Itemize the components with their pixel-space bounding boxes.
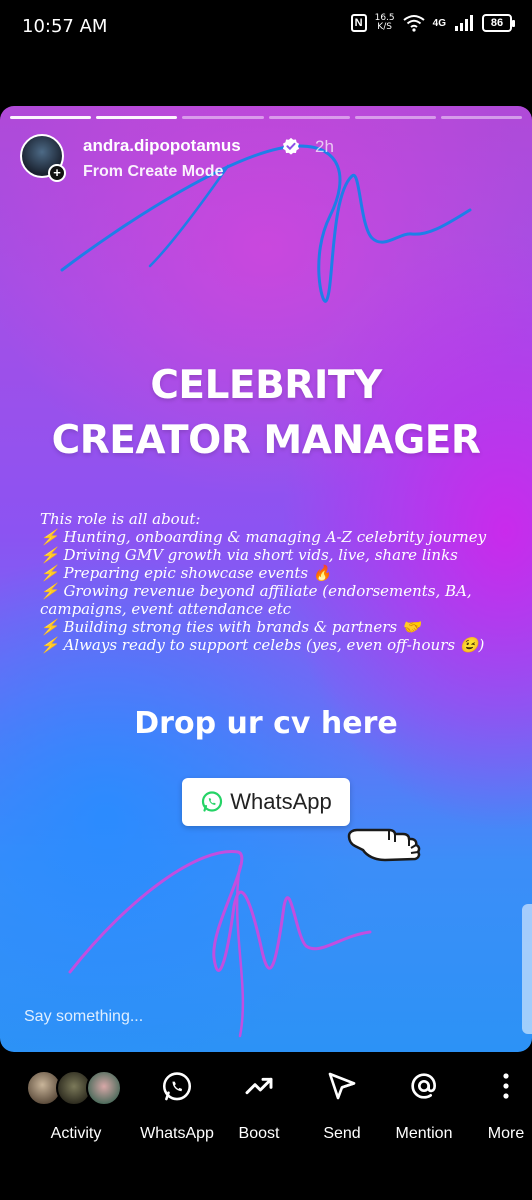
story-progress-bar [10,116,523,119]
network-type: 4G [432,17,446,29]
progress-segment [268,116,350,119]
body-line: ⚡ Growing revenue beyond affiliate (endo… [40,582,472,600]
network-speed-unit: K/S [377,22,392,32]
story-action-bar: Activity WhatsApp Boost Send Mention Mor… [0,1052,532,1200]
boost-label: Boost [238,1125,280,1142]
whatsapp-icon [162,1072,192,1101]
headline-line: CREATOR MANAGER [51,418,481,463]
more-vertical-icon [503,1073,509,1099]
body-line: campaigns, event attendance etc [40,600,292,618]
story-cta-text: Drop ur cv here [134,706,398,741]
side-handle[interactable] [522,904,532,1034]
body-line: ⚡ Driving GMV growth via short vids, liv… [40,546,458,564]
story-username[interactable]: andra.dipopotamus [83,136,241,156]
body-line: ⚡ Always ready to support celebs (yes, e… [40,636,485,654]
status-icons: N 16.5 K/S 4G 86 [350,14,515,32]
whatsapp-sticker-label: WhatsApp [230,789,332,814]
verified-badge-icon [282,137,300,155]
progress-segment [10,116,92,119]
progress-segment [96,116,178,119]
status-time: 10:57 AM [22,16,108,37]
trending-up-icon [245,1077,273,1095]
signal-icon [455,15,473,31]
boost-button[interactable]: Boost [228,1052,290,1162]
body-line: ⚡ Preparing epic showcase events 🔥 [40,564,332,582]
wifi-icon [403,15,425,32]
status-bar: 10:57 AM N 16.5 K/S 4G 86 [0,0,532,54]
story-subtitle: From Create Mode [83,163,224,180]
body-line: This role is all about: [40,510,201,528]
progress-segment [354,116,436,119]
body-line: ⚡ Building strong ties with brands & par… [40,618,421,636]
mention-label: Mention [395,1125,453,1142]
whatsapp-label: WhatsApp [140,1125,214,1142]
nfc-icon: N [350,14,367,32]
reply-input[interactable]: Say something... [24,1008,143,1026]
story-time-ago: 2h [315,137,334,156]
whatsapp-icon [202,791,223,812]
network-speed: 16.5 K/S [375,14,395,32]
activity-label: Activity [50,1125,102,1142]
send-icon [328,1072,356,1100]
send-button[interactable]: Send [312,1052,372,1162]
battery-indicator: 86 [482,14,515,32]
story-card[interactable]: + andra.dipopotamus 2h From Create Mode … [0,106,532,1052]
viewer-avatar [86,1070,122,1106]
story-body-text: This role is all about: ⚡ Hunting, onboa… [40,510,510,654]
send-label: Send [323,1125,361,1142]
add-story-icon[interactable]: + [48,164,66,182]
pointing-hand-icon [347,828,421,862]
progress-segment [182,116,264,119]
more-button[interactable]: More [482,1052,530,1162]
whatsapp-link-sticker[interactable]: WhatsApp [182,778,350,826]
story-headline: CELEBRITY CREATOR MANAGER [0,358,532,468]
at-icon [411,1073,437,1099]
body-line: ⚡ Hunting, onboarding & managing A-Z cel… [40,528,487,546]
more-label: More [487,1125,525,1142]
mention-button[interactable]: Mention [384,1052,464,1162]
headline-line: CELEBRITY [150,363,382,408]
progress-segment [440,116,523,119]
whatsapp-share-button[interactable]: WhatsApp [133,1052,221,1162]
activity-button[interactable]: Activity [22,1052,132,1162]
